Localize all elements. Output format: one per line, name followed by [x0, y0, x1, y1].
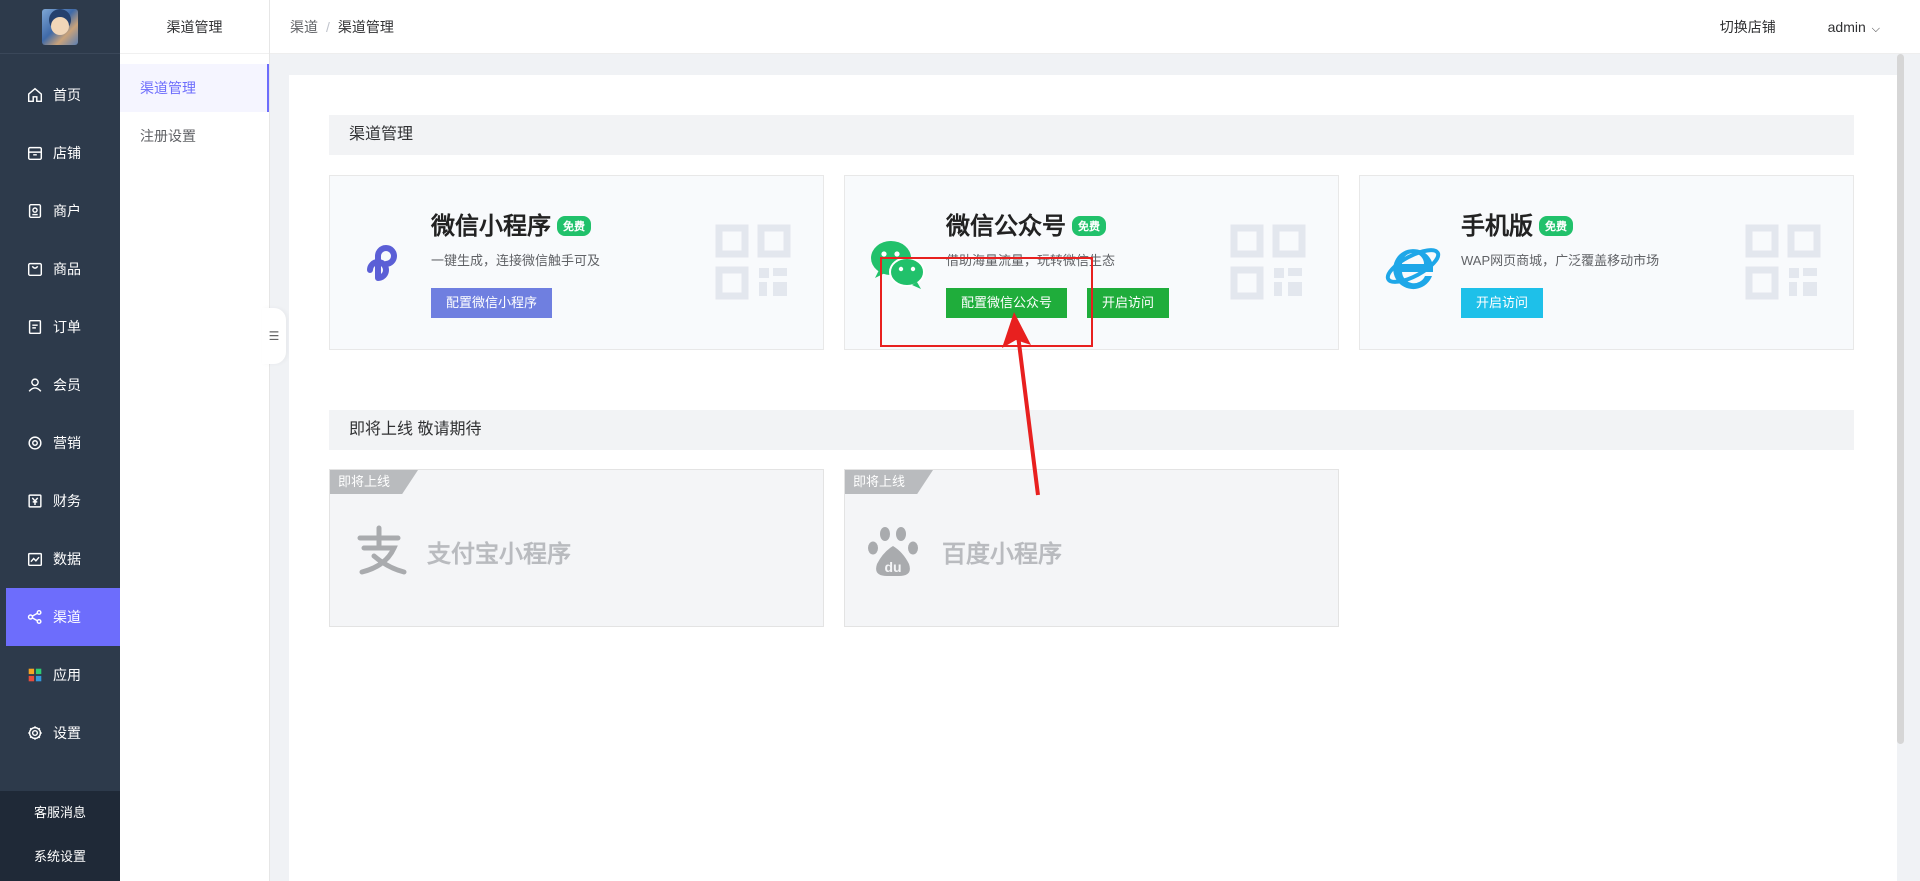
logo-area — [0, 0, 120, 54]
switch-store-button[interactable]: 切换店铺 — [1720, 19, 1776, 35]
coming-soon-card-alipay: 即将上线 支付宝小程序 — [329, 469, 824, 627]
alipay-icon — [357, 525, 407, 575]
finance-icon — [26, 492, 44, 510]
nav-item-label: 数据 — [53, 551, 81, 567]
annotation-highlight-box — [880, 257, 1093, 347]
enable-access-button[interactable]: 开启访问 — [1087, 288, 1170, 318]
channel-title: 手机版 免费 — [1461, 206, 1573, 241]
coming-soon-tag: 即将上线 — [845, 470, 934, 494]
home-icon — [26, 86, 44, 104]
customer-service-link[interactable]: 客服消息 — [0, 791, 120, 835]
channel-description: WAP网页商城，广泛覆盖移动市场 — [1461, 253, 1660, 268]
apps-icon — [26, 666, 44, 684]
coming-soon-tag: 即将上线 — [330, 470, 419, 494]
channel-title-text: 微信公众号 — [946, 213, 1066, 240]
marketing-icon — [26, 434, 44, 452]
breadcrumb-item-current: 渠道管理 — [337, 19, 394, 35]
nav-item-channel[interactable]: 渠道 — [6, 588, 120, 646]
section-title-coming-soon: 即将上线 敬请期待 — [329, 410, 1854, 450]
nav-item-order[interactable]: 订单 — [0, 298, 120, 356]
nav-item-label: 设置 — [53, 725, 81, 741]
nav-item-label: 店铺 — [53, 145, 81, 161]
svg-text:du: du — [884, 559, 901, 575]
channel-title: 微信公众号 免费 — [946, 206, 1106, 241]
top-header: 渠道 / 渠道管理 切换店铺 admin ⌵ — [270, 0, 1920, 54]
nav-item-goods[interactable]: 商品 — [0, 240, 120, 298]
coming-soon-title: 支付宝小程序 — [427, 541, 571, 568]
nav-item-merchant[interactable]: 商户 — [0, 182, 120, 240]
channel-description: 一键生成，连接微信触手可及 — [431, 253, 601, 268]
nav-item-label: 会员 — [53, 377, 81, 393]
collapse-sidebar-button[interactable]: ☰ — [262, 308, 286, 364]
user-menu[interactable]: admin ⌵ — [1828, 19, 1880, 35]
submenu-title: 渠道管理 — [120, 0, 269, 54]
mobile-web-icon — [1385, 248, 1441, 290]
coming-soon-title: 百度小程序 — [942, 541, 1062, 568]
main-sidebar: 首页 店铺 商户 商品 订单 会员 营销 财务 数据 渠道 应用 设置 客服消息… — [0, 0, 120, 881]
chevron-down-icon: ⌵ — [1871, 23, 1880, 35]
enable-mobile-access-button[interactable]: 开启访问 — [1461, 288, 1544, 318]
channel-card-wechat-miniprogram: 微信小程序 免费 一键生成，连接微信触手可及 配置微信小程序 — [329, 175, 824, 350]
merchant-icon — [26, 202, 44, 220]
store-icon — [26, 144, 44, 162]
order-icon — [26, 318, 44, 336]
free-badge: 免费 — [1072, 216, 1106, 236]
nav-item-label: 商品 — [53, 261, 81, 277]
secondary-sidebar: 渠道管理 渠道管理 注册设置 — [120, 0, 270, 881]
nav-item-apps[interactable]: 应用 — [0, 646, 120, 704]
channel-title: 微信小程序 免费 — [431, 206, 591, 241]
free-badge: 免费 — [1539, 216, 1573, 236]
nav-item-label: 应用 — [53, 667, 81, 683]
channel-card-mobile: 手机版 免费 WAP网页商城，广泛覆盖移动市场 开启访问 — [1359, 175, 1854, 350]
nav-item-member[interactable]: 会员 — [0, 356, 120, 414]
coming-soon-card-baidu: 即将上线 du 百度小程序 — [844, 469, 1339, 627]
header-actions: 切换店铺 admin ⌵ — [1672, 0, 1880, 54]
qrcode-icon — [1745, 224, 1821, 300]
nav-item-label: 财务 — [53, 493, 81, 509]
nav-item-settings[interactable]: 设置 — [0, 704, 120, 762]
breadcrumb: 渠道 / 渠道管理 — [290, 0, 394, 54]
nav-item-label: 渠道 — [53, 609, 81, 625]
nav-item-label: 首页 — [53, 87, 81, 103]
submenu-item-channel-management[interactable]: 渠道管理 — [120, 64, 269, 112]
sidebar-footer: 客服消息 系统设置 — [0, 791, 120, 881]
channel-title-text: 手机版 — [1461, 213, 1533, 240]
submenu-item-register-settings[interactable]: 注册设置 — [120, 112, 269, 160]
user-icon — [26, 376, 44, 394]
page-scrollbar[interactable] — [1897, 54, 1904, 744]
free-badge: 免费 — [557, 216, 591, 236]
nav-item-label: 商户 — [53, 203, 81, 219]
username: admin — [1827, 19, 1866, 35]
channel-icon — [26, 608, 44, 626]
nav-item-home[interactable]: 首页 — [0, 66, 120, 124]
miniprogram-icon — [367, 245, 397, 281]
breadcrumb-item-channel[interactable]: 渠道 — [290, 19, 318, 35]
avatar[interactable] — [42, 8, 78, 45]
channel-title-text: 微信小程序 — [431, 213, 551, 240]
nav-item-marketing[interactable]: 营销 — [0, 414, 120, 472]
nav-item-finance[interactable]: 财务 — [0, 472, 120, 530]
nav-item-label: 营销 — [53, 435, 81, 451]
nav-item-store[interactable]: 店铺 — [0, 124, 120, 182]
system-settings-link[interactable]: 系统设置 — [0, 835, 120, 879]
qrcode-icon — [715, 224, 791, 300]
configure-miniprogram-button[interactable]: 配置微信小程序 — [431, 288, 553, 318]
goods-icon — [26, 260, 44, 278]
gear-icon — [26, 724, 44, 742]
nav-item-data[interactable]: 数据 — [0, 530, 120, 588]
section-title-channels: 渠道管理 — [329, 115, 1854, 155]
baidu-icon: du — [868, 527, 918, 576]
chart-icon — [26, 550, 44, 568]
breadcrumb-separator: / — [326, 19, 330, 35]
qrcode-icon — [1230, 224, 1306, 300]
nav-item-label: 订单 — [53, 319, 81, 335]
menu-collapse-icon: ☰ — [268, 329, 280, 343]
